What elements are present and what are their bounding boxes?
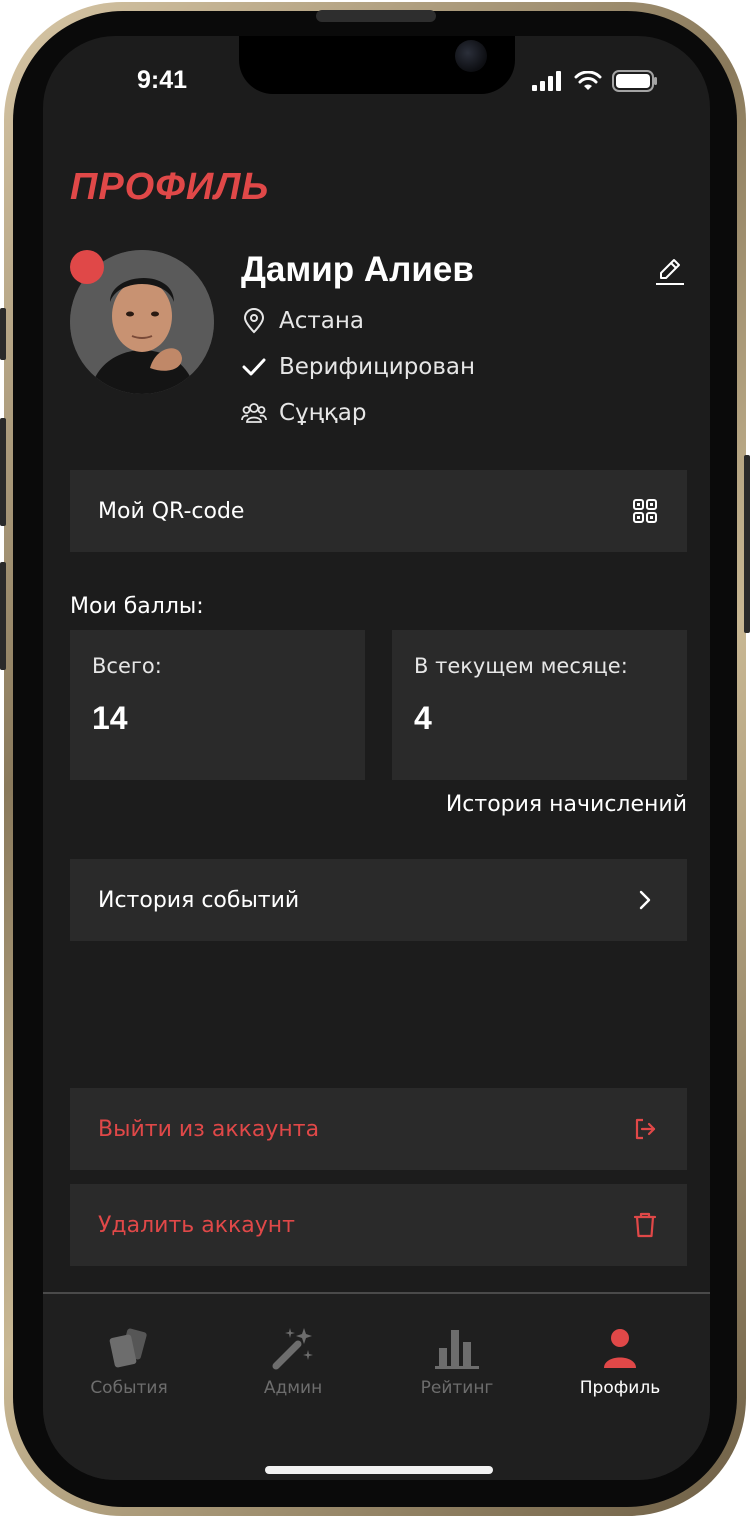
- speaker-grille: [316, 10, 436, 22]
- logout-icon: [631, 1115, 659, 1143]
- logout-card[interactable]: Выйти из аккаунта: [70, 1088, 687, 1170]
- group-row: Сұңқар: [241, 400, 366, 426]
- page-title: ПРОФИЛЬ: [70, 166, 270, 208]
- tab-events[interactable]: События: [59, 1324, 199, 1398]
- city-label: Астана: [279, 308, 365, 334]
- cellular-signal-icon: [532, 71, 561, 91]
- battery-icon: [612, 70, 657, 92]
- events-history-label: История событий: [98, 887, 300, 913]
- tab-admin-label: Админ: [263, 1378, 323, 1398]
- notch: [239, 36, 515, 94]
- city-row: Астана: [241, 308, 364, 334]
- volume-up-button: [0, 418, 6, 526]
- magic-wand-icon: [223, 1324, 363, 1370]
- pencil-icon: [656, 259, 684, 285]
- wifi-icon: [574, 71, 602, 90]
- points-history-link[interactable]: История начислений: [446, 792, 687, 817]
- month-points-label: В текущем месяце:: [414, 654, 628, 678]
- tab-profile-label: Профиль: [579, 1378, 661, 1398]
- tab-bar: События Админ Рейтинг Профиль: [43, 1292, 710, 1480]
- total-points-card: Всего: 14: [70, 630, 365, 780]
- month-points-value: 4: [414, 700, 432, 736]
- tab-events-label: События: [90, 1378, 168, 1398]
- verification-row: Верифицирован: [241, 354, 475, 380]
- chevron-right-icon: [631, 886, 659, 914]
- power-button: [744, 455, 750, 633]
- month-points-card: В текущем месяце: 4: [392, 630, 687, 780]
- status-time: 9:41: [137, 66, 188, 94]
- screen: 9:41 ПРОФИЛЬ Дамир Алиев Астана Верифици…: [43, 36, 710, 1480]
- user-name: Дамир Алиев: [241, 250, 474, 289]
- events-history-card[interactable]: История событий: [70, 859, 687, 941]
- status-icons: [532, 70, 658, 92]
- location-pin-icon: [243, 308, 265, 334]
- delete-account-card[interactable]: Удалить аккаунт: [70, 1184, 687, 1266]
- team-icon: [241, 403, 267, 423]
- front-camera: [455, 40, 487, 72]
- delete-account-label: Удалить аккаунт: [98, 1212, 295, 1238]
- status-dot: [70, 250, 104, 284]
- logout-label: Выйти из аккаунта: [98, 1116, 320, 1142]
- bar-chart-icon: [387, 1324, 527, 1370]
- volume-down-button: [0, 562, 6, 670]
- qr-code-label: Мой QR-code: [98, 498, 245, 524]
- user-icon: [550, 1324, 690, 1370]
- verification-label: Верифицирован: [279, 354, 476, 380]
- tab-profile[interactable]: Профиль: [550, 1324, 690, 1398]
- avatar-container[interactable]: [70, 250, 214, 394]
- silent-switch: [0, 308, 6, 360]
- tab-admin[interactable]: Админ: [223, 1324, 363, 1398]
- tab-rating[interactable]: Рейтинг: [387, 1324, 527, 1398]
- group-label: Сұңқар: [279, 400, 367, 426]
- cards-icon: [59, 1324, 199, 1370]
- home-indicator[interactable]: [265, 1466, 493, 1474]
- check-icon: [242, 358, 266, 376]
- edit-profile-button[interactable]: [653, 254, 687, 288]
- points-section-label: Мои баллы:: [70, 594, 204, 619]
- trash-icon: [631, 1211, 659, 1239]
- qr-code-card[interactable]: Мой QR-code: [70, 470, 687, 552]
- tab-rating-label: Рейтинг: [420, 1378, 494, 1398]
- total-points-value: 14: [92, 700, 128, 736]
- total-points-label: Всего:: [92, 654, 162, 678]
- qr-code-icon: [631, 497, 659, 525]
